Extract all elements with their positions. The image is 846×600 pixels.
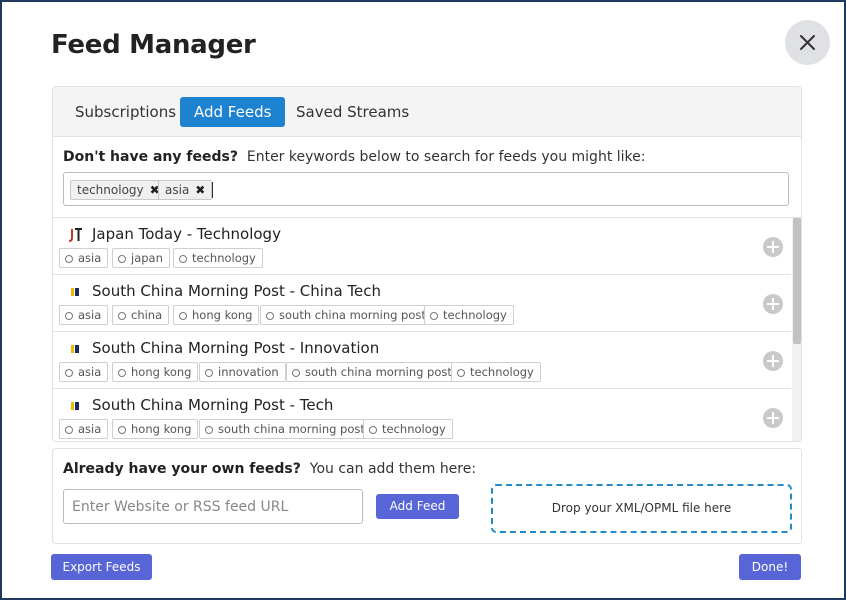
- result-row: South China Morning Post - Innovation as…: [53, 332, 791, 389]
- radio-icon: [369, 426, 377, 434]
- tag-label: asia: [78, 251, 102, 265]
- tag-label: hong kong: [131, 422, 192, 436]
- tab-saved-streams[interactable]: Saved Streams: [282, 97, 423, 127]
- keyword-search-input[interactable]: technology ✖ asia ✖: [63, 172, 789, 206]
- result-row: South China Morning Post - Tech asia hon…: [53, 389, 791, 441]
- result-tag[interactable]: technology: [363, 419, 453, 439]
- result-tag[interactable]: technology: [173, 248, 263, 268]
- close-button[interactable]: [785, 20, 830, 65]
- tag-label: south china morning post: [279, 308, 426, 322]
- keyword-chip: technology ✖: [70, 180, 167, 200]
- radio-icon: [205, 369, 213, 377]
- tag-label: south china morning post: [218, 422, 365, 436]
- add-feed-icon[interactable]: [763, 294, 783, 314]
- tag-label: innovation: [218, 365, 279, 379]
- search-prompt-text: Enter keywords below to search for feeds…: [246, 149, 646, 165]
- own-feeds-prompt-text: You can add them here:: [309, 461, 477, 477]
- keyword-chip-label: technology: [77, 183, 144, 197]
- result-tag[interactable]: hong kong: [112, 362, 199, 382]
- result-title: Japan Today - Technology: [92, 225, 281, 243]
- own-feeds-panel: Already have your own feeds? You can add…: [52, 448, 802, 544]
- tab-bar: Subscriptions Add Feeds Saved Streams: [53, 87, 801, 137]
- tab-add-feeds[interactable]: Add Feeds: [180, 97, 286, 127]
- export-feeds-button[interactable]: Export Feeds: [51, 554, 152, 580]
- tag-label: japan: [131, 251, 163, 265]
- done-button[interactable]: Done!: [739, 554, 801, 580]
- result-tag[interactable]: japan: [112, 248, 170, 268]
- result-tag[interactable]: asia: [59, 419, 109, 439]
- radio-icon: [457, 369, 465, 377]
- own-feeds-prompt-bold: Already have your own feeds?: [63, 461, 301, 477]
- search-prompt: Don't have any feeds? Enter keywords bel…: [63, 149, 645, 165]
- results-scrollbar[interactable]: [792, 218, 801, 441]
- radio-icon: [118, 369, 126, 377]
- tag-label: asia: [78, 365, 102, 379]
- add-feed-icon[interactable]: [763, 351, 783, 371]
- result-tag[interactable]: south china morning post: [286, 362, 459, 382]
- add-feed-icon[interactable]: [763, 237, 783, 257]
- search-results-list: Japan Today - Technology asia japan tech…: [53, 217, 801, 441]
- tag-label: hong kong: [131, 365, 192, 379]
- radio-icon: [118, 426, 126, 434]
- result-row: South China Morning Post - China Tech as…: [53, 275, 791, 332]
- result-tag[interactable]: hong kong: [173, 305, 260, 325]
- add-feed-button[interactable]: Add Feed: [376, 494, 459, 519]
- result-tag[interactable]: technology: [451, 362, 541, 382]
- remove-chip-icon[interactable]: ✖: [195, 183, 205, 197]
- radio-icon: [179, 312, 187, 320]
- scrollbar-thumb[interactable]: [793, 218, 801, 344]
- radio-icon: [65, 312, 73, 320]
- tag-label: asia: [78, 422, 102, 436]
- tag-label: technology: [192, 251, 256, 265]
- result-tag[interactable]: asia: [59, 362, 109, 382]
- own-feeds-prompt: Already have your own feeds? You can add…: [63, 461, 476, 477]
- tag-label: technology: [382, 422, 446, 436]
- scmp-logo-icon: [71, 288, 79, 296]
- tag-label: technology: [470, 365, 534, 379]
- close-icon: [800, 35, 815, 50]
- radio-icon: [65, 369, 73, 377]
- radio-icon: [430, 312, 438, 320]
- tag-label: hong kong: [192, 308, 253, 322]
- search-prompt-bold: Don't have any feeds?: [63, 149, 238, 165]
- add-feed-icon[interactable]: [763, 408, 783, 428]
- tab-subscriptions[interactable]: Subscriptions: [61, 97, 190, 127]
- radio-icon: [65, 255, 73, 263]
- result-tag[interactable]: hong kong: [112, 419, 199, 439]
- tag-label: south china morning post: [305, 365, 452, 379]
- scmp-logo-icon: [71, 345, 79, 353]
- japan-today-logo-icon: [68, 228, 82, 242]
- radio-icon: [205, 426, 213, 434]
- dialog-frame: Feed Manager Subscriptions Add Feeds Sav…: [0, 0, 846, 600]
- feed-url-input[interactable]: [63, 489, 363, 524]
- result-tag[interactable]: technology: [424, 305, 514, 325]
- result-tag[interactable]: asia: [59, 305, 109, 325]
- radio-icon: [118, 255, 126, 263]
- tag-label: china: [131, 308, 163, 322]
- radio-icon: [118, 312, 126, 320]
- result-tag[interactable]: asia: [59, 248, 109, 268]
- result-title: South China Morning Post - Tech: [92, 396, 334, 414]
- text-caret: [212, 182, 213, 198]
- radio-icon: [179, 255, 187, 263]
- keyword-chip: asia ✖: [158, 180, 213, 200]
- opml-drop-zone[interactable]: Drop your XML/OPML file here: [491, 484, 792, 533]
- scmp-logo-icon: [71, 402, 79, 410]
- result-tag[interactable]: innovation: [199, 362, 286, 382]
- radio-icon: [65, 426, 73, 434]
- result-tag[interactable]: south china morning post: [199, 419, 372, 439]
- result-row: Japan Today - Technology asia japan tech…: [53, 218, 791, 275]
- dialog-title: Feed Manager: [51, 30, 256, 60]
- result-title: South China Morning Post - China Tech: [92, 282, 382, 300]
- radio-icon: [266, 312, 274, 320]
- result-tag[interactable]: china: [112, 305, 170, 325]
- feed-search-panel: Subscriptions Add Feeds Saved Streams Do…: [52, 86, 802, 442]
- tag-label: asia: [78, 308, 102, 322]
- keyword-chip-label: asia: [165, 183, 190, 197]
- tag-label: technology: [443, 308, 507, 322]
- result-tag[interactable]: south china morning post: [260, 305, 433, 325]
- result-title: South China Morning Post - Innovation: [92, 339, 380, 357]
- radio-icon: [292, 369, 300, 377]
